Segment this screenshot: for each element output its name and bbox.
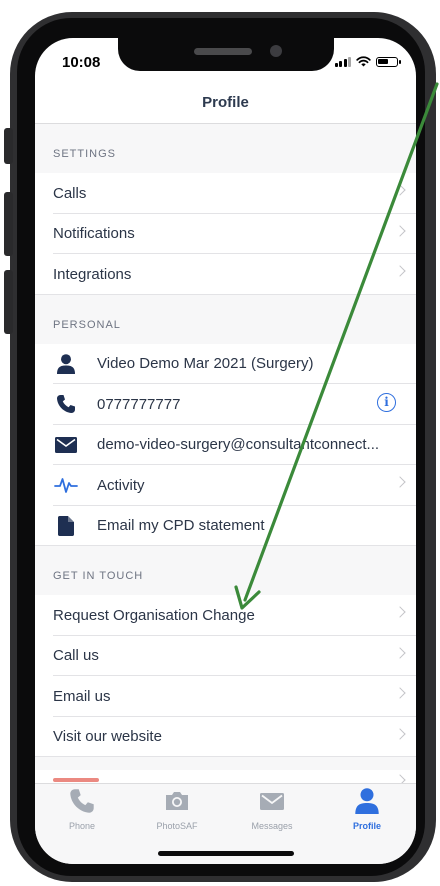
section-header-settings: SETTINGS [53, 148, 117, 160]
phone-icon [35, 394, 97, 414]
person-icon [35, 353, 97, 374]
row-label: Calls [53, 184, 87, 202]
phone-screen: 10:08 Profile SETTINGS Calls Notificatio… [35, 38, 416, 864]
mute-switch [4, 128, 13, 164]
chevron-right-icon [394, 184, 406, 196]
section-header-get-in-touch: GET IN TOUCH [53, 570, 144, 582]
row-label: Video Demo Mar 2021 (Surgery) [97, 355, 314, 373]
contact-item-visit-website[interactable]: Visit our website [35, 716, 416, 757]
personal-item-email: demo-video-surgery@consultantconnect... [35, 424, 416, 465]
logout-label-clipped [53, 778, 99, 782]
status-icons [334, 56, 401, 67]
phone-icon [70, 789, 94, 813]
chevron-right-icon [394, 646, 406, 659]
settings-item-calls[interactable]: Calls [35, 173, 416, 214]
section-header-personal: PERSONAL [53, 318, 121, 331]
page-title: Profile [202, 94, 249, 111]
envelope-icon [260, 793, 284, 810]
personal-item-activity[interactable]: Activity [35, 465, 416, 506]
contact-item-request-organisation-change[interactable]: Request Organisation Change [35, 595, 416, 636]
chevron-right-icon [394, 476, 406, 488]
personal-item-phone: 0777777777 i [35, 384, 416, 425]
volume-down-button [4, 270, 13, 334]
notch [118, 38, 334, 71]
personal-item-cpd[interactable]: Email my CPD statement [35, 505, 416, 546]
tab-label: Profile [352, 821, 381, 831]
tab-profile[interactable]: Profile [329, 788, 405, 831]
tab-bar: Phone PhotoSAF Messages Profile [35, 783, 416, 864]
chevron-right-icon [394, 727, 406, 740]
row-label: Integrations [53, 265, 132, 283]
tab-label: Messages [251, 821, 293, 831]
battery-icon [376, 56, 401, 67]
profile-list[interactable]: SETTINGS Calls Notifications Integration… [35, 124, 416, 816]
tab-phone[interactable]: Phone [44, 788, 120, 831]
status-time: 10:08 [62, 54, 101, 71]
document-icon [35, 515, 97, 536]
tab-photosaf[interactable]: PhotoSAF [139, 788, 215, 831]
row-label: Email us [53, 687, 111, 705]
row-label: 0777777777 [97, 395, 181, 413]
tab-messages[interactable]: Messages [234, 788, 310, 831]
row-label: Call us [53, 647, 99, 665]
signal-icon [334, 56, 351, 67]
volume-up-button [4, 192, 13, 256]
row-label: demo-video-surgery@consultantconnect... [97, 436, 380, 454]
row-label: Visit our website [53, 728, 162, 746]
chevron-right-icon [394, 687, 406, 699]
front-camera [270, 45, 282, 57]
personal-item-name: Video Demo Mar 2021 (Surgery) [35, 343, 416, 384]
home-indicator[interactable] [158, 851, 294, 856]
chevron-right-icon [394, 224, 406, 237]
row-label: Request Organisation Change [53, 606, 255, 624]
row-label: Activity [97, 476, 145, 494]
tab-label: PhotoSAF [156, 821, 198, 831]
person-icon [355, 788, 379, 814]
chevron-right-icon [394, 265, 406, 277]
settings-item-notifications[interactable]: Notifications [35, 213, 416, 254]
wifi-icon [356, 56, 371, 67]
chevron-right-icon [394, 606, 406, 618]
row-label: Email my CPD statement [97, 517, 265, 535]
camera-icon [166, 792, 188, 810]
activity-icon [35, 476, 97, 494]
contact-item-email-us[interactable]: Email us [35, 676, 416, 717]
settings-item-integrations[interactable]: Integrations [35, 254, 416, 295]
info-icon[interactable]: i [377, 393, 396, 412]
tab-label: Phone [68, 821, 96, 831]
contact-item-call-us[interactable]: Call us [35, 635, 416, 676]
speaker-grille [194, 48, 252, 55]
row-label: Notifications [53, 225, 135, 243]
envelope-icon [35, 436, 97, 453]
